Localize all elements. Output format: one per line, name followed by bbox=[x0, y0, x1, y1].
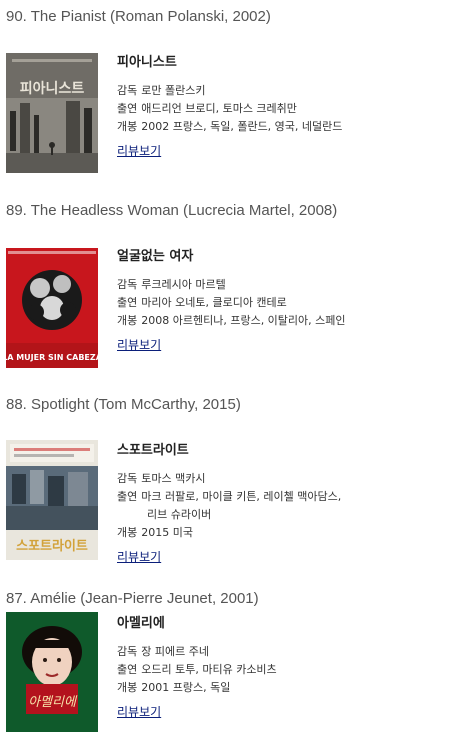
release-line: 개봉 2002 프랑스, 독일, 폴란드, 영국, 네덜란드 bbox=[117, 118, 342, 136]
release-value: 2015 미국 bbox=[141, 526, 193, 539]
release-value: 2008 아르헨티나, 프랑스, 이탈리아, 스페인 bbox=[141, 314, 346, 327]
director-value: 장 피에르 주네 bbox=[141, 645, 209, 658]
entry-heading: 90. The Pianist (Roman Polanski, 2002) bbox=[6, 8, 271, 25]
release-line: 개봉 2008 아르헨티나, 프랑스, 이탈리아, 스페인 bbox=[117, 312, 346, 330]
director-key: 감독 bbox=[117, 645, 138, 658]
cast-line: 출연 오드리 토투, 마티유 카소비츠 bbox=[117, 661, 277, 679]
cast-value: 마크 러팔로, 마이클 키튼, 레이첼 맥아담스, bbox=[141, 490, 342, 503]
movie-poster[interactable]: 아멜리에 bbox=[6, 612, 98, 732]
entry-heading: 88. Spotlight (Tom McCarthy, 2015) bbox=[6, 396, 241, 413]
cast-line: 출연 마크 러팔로, 마이클 키튼, 레이첼 맥아담스, bbox=[117, 488, 341, 506]
review-link[interactable]: 리뷰보기 bbox=[117, 142, 161, 159]
release-key: 개봉 bbox=[117, 314, 138, 327]
movie-title-kr: 스포트라이트 bbox=[117, 443, 189, 458]
movie-info: 얼굴없는 여자 감독 루크레시아 마르텔 출연 마리아 오네토, 클로디아 캔테로 … bbox=[117, 245, 346, 353]
movie-poster[interactable]: 스포트라이트 bbox=[6, 440, 98, 560]
movie-info: 아멜리에 감독 장 피에르 주네 출연 오드리 토투, 마티유 카소비츠 개봉 200… bbox=[117, 612, 277, 720]
poster-title: LA MUJER SIN CABEZA bbox=[6, 353, 98, 362]
cast-value: 오드리 토투, 마티유 카소비츠 bbox=[141, 663, 277, 676]
cast-key: 출연 bbox=[117, 490, 138, 503]
director-key: 감독 bbox=[117, 84, 138, 97]
cast-key: 출연 bbox=[117, 296, 138, 309]
director-key: 감독 bbox=[117, 472, 138, 485]
movie-title-kr: 피아니스트 bbox=[117, 55, 177, 70]
director-line: 감독 토마스 맥카시 bbox=[117, 470, 341, 488]
movie-info: 스포트라이트 감독 토마스 맥카시 출연 마크 러팔로, 마이클 키튼, 레이첼 맥… bbox=[117, 439, 341, 565]
director-value: 루크레시아 마르텔 bbox=[141, 278, 226, 291]
release-key: 개봉 bbox=[117, 526, 138, 539]
movie-title-kr: 얼굴없는 여자 bbox=[117, 249, 194, 264]
director-value: 토마스 맥카시 bbox=[141, 472, 206, 485]
cast-line: 출연 마리아 오네토, 클로디아 캔테로 bbox=[117, 294, 346, 312]
release-line: 개봉 2001 프랑스, 독일 bbox=[117, 679, 277, 697]
director-line: 감독 장 피에르 주네 bbox=[117, 643, 277, 661]
entry-heading: 87. Amélie (Jean-Pierre Jeunet, 2001) bbox=[6, 590, 259, 607]
release-key: 개봉 bbox=[117, 120, 138, 133]
movie-title-kr: 아멜리에 bbox=[117, 616, 165, 631]
movie-poster[interactable]: LA MUJER SIN CABEZA bbox=[6, 248, 98, 368]
entry-heading: 89. The Headless Woman (Lucrecia Martel,… bbox=[6, 202, 338, 219]
cast-line: 출연 애드리언 브로디, 토마스 크레취만 bbox=[117, 100, 342, 118]
review-link[interactable]: 리뷰보기 bbox=[117, 703, 161, 720]
director-line: 감독 로만 폴란스키 bbox=[117, 82, 342, 100]
poster-title: 아멜리에 bbox=[28, 695, 78, 710]
cast-value: 애드리언 브로디, 토마스 크레취만 bbox=[141, 102, 297, 115]
director-line: 감독 루크레시아 마르텔 bbox=[117, 276, 346, 294]
release-key: 개봉 bbox=[117, 681, 138, 694]
director-value: 로만 폴란스키 bbox=[141, 84, 206, 97]
cast-line-continued: 리브 슈라이버 bbox=[147, 508, 212, 521]
poster-title: 스포트라이트 bbox=[16, 538, 88, 554]
director-key: 감독 bbox=[117, 278, 138, 291]
cast-value: 마리아 오네토, 클로디아 캔테로 bbox=[141, 296, 287, 309]
review-link[interactable]: 리뷰보기 bbox=[117, 336, 161, 353]
release-value: 2001 프랑스, 독일 bbox=[141, 681, 231, 694]
movie-info: 피아니스트 감독 로만 폴란스키 출연 애드리언 브로디, 토마스 크레취만 개봉 2… bbox=[117, 51, 342, 159]
cast-key: 출연 bbox=[117, 663, 138, 676]
poster-title: 피아니스트 bbox=[20, 80, 85, 97]
cast-key: 출연 bbox=[117, 102, 138, 115]
release-value: 2002 프랑스, 독일, 폴란드, 영국, 네덜란드 bbox=[141, 120, 343, 133]
release-line: 개봉 2015 미국 bbox=[117, 524, 341, 542]
movie-poster[interactable]: 피아니스트 bbox=[6, 53, 98, 173]
review-link[interactable]: 리뷰보기 bbox=[117, 548, 161, 565]
